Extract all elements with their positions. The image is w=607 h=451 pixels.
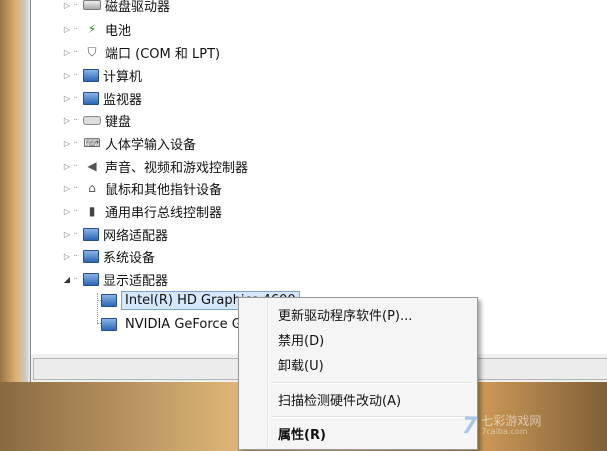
tree-item-battery[interactable]: ▷ ·· ⚡ 电池 — [61, 18, 131, 40]
speaker-icon: ◀ — [87, 159, 97, 173]
mouse-icon: ⌂ — [88, 181, 96, 195]
tree-item-display-adapters[interactable]: ◢ ·· 显示适配器 — [61, 268, 168, 290]
expand-arrow-icon[interactable]: ▷ — [61, 1, 73, 10]
tree-item-label: 端口 (COM 和 LPT) — [105, 46, 221, 62]
tree-item-monitors[interactable]: ▷ ·· 监视器 — [61, 87, 142, 109]
expand-arrow-icon[interactable]: ▷ — [61, 184, 73, 193]
tree-item-keyboards[interactable]: ▷ ·· 键盘 — [61, 109, 131, 131]
tree-item-label: 网络适配器 — [103, 228, 169, 244]
tree-item-network[interactable]: ▷ ·· 网络适配器 — [61, 223, 168, 245]
watermark-url: 7caiba.com — [481, 427, 528, 437]
system-device-icon — [83, 249, 99, 263]
expand-arrow-icon[interactable]: ▷ — [61, 207, 73, 216]
expand-arrow-icon[interactable]: ▷ — [61, 25, 73, 34]
tree-item-label: 电池 — [105, 23, 132, 39]
tree-item-sound[interactable]: ▷ ·· ◀ 声音、视频和游戏控制器 — [61, 155, 248, 177]
expand-arrow-icon[interactable]: ▷ — [61, 162, 73, 171]
hid-icon: ⌨ — [83, 136, 101, 150]
menu-item-properties[interactable]: 属性(R) — [241, 421, 473, 445]
tree-item-mice[interactable]: ▷ ·· ⌂ 鼠标和其他指针设备 — [61, 177, 222, 199]
menu-item-disable[interactable]: 禁用(D) — [241, 327, 473, 351]
network-adapter-icon — [83, 227, 99, 241]
tree-item-label: 显示适配器 — [103, 273, 169, 289]
expand-arrow-icon[interactable]: ▷ — [61, 116, 73, 125]
menu-item-update-driver[interactable]: 更新驱动程序软件(P)... — [241, 302, 473, 326]
tree-item-label: 系统设备 — [103, 250, 156, 266]
tree-item-label: 磁盘驱动器 — [105, 0, 171, 15]
tree-item-hid[interactable]: ▷ ·· ⌨ 人体学输入设备 — [61, 132, 196, 154]
tree-item-computer[interactable]: ▷ ·· 计算机 — [61, 64, 142, 86]
display-adapter-icon — [101, 317, 117, 331]
watermark-logo-icon: 7 — [462, 413, 478, 439]
display-adapter-icon — [83, 272, 99, 286]
expand-arrow-icon[interactable]: ▷ — [61, 139, 73, 148]
tree-item-label: 鼠标和其他指针设备 — [105, 182, 223, 198]
menu-separator — [271, 416, 471, 418]
desktop-background-left — [0, 0, 30, 400]
tree-item-usb[interactable]: ▷ ·· ▮ 通用串行总线控制器 — [61, 200, 222, 222]
expand-arrow-icon[interactable]: ▷ — [61, 252, 73, 261]
monitor-icon — [83, 91, 99, 105]
menu-separator — [271, 382, 471, 384]
tree-connector — [97, 293, 98, 323]
port-icon: ⛉ — [87, 45, 97, 59]
tree-item-disk-drives[interactable]: ▷ ·· 磁盘驱动器 — [61, 0, 170, 16]
tree-item-ports[interactable]: ▷ ·· ⛉ 端口 (COM 和 LPT) — [61, 41, 220, 63]
keyboard-icon — [83, 115, 101, 125]
tree-item-label: 通用串行总线控制器 — [105, 205, 223, 221]
tree-item-label: 声音、视频和游戏控制器 — [105, 160, 249, 176]
tree-item-label: 监视器 — [103, 92, 143, 108]
menu-item-uninstall[interactable]: 卸载(U) — [241, 352, 473, 376]
tree-item-label: 计算机 — [103, 69, 143, 85]
watermark: 7 七彩游戏网 7caiba.com — [462, 404, 607, 448]
tree-item-label: 人体学输入设备 — [105, 137, 197, 153]
expand-arrow-icon[interactable]: ▷ — [61, 48, 73, 57]
disk-drive-icon — [83, 0, 101, 10]
expand-arrow-icon[interactable]: ▷ — [61, 230, 73, 239]
menu-item-scan-hardware[interactable]: 扫描检测硬件改动(A) — [241, 387, 473, 411]
context-menu: 更新驱动程序软件(P)... 禁用(D) 卸载(U) 扫描检测硬件改动(A) 属… — [238, 297, 478, 450]
battery-icon: ⚡ — [87, 22, 97, 36]
display-adapter-icon — [101, 293, 117, 307]
tree-item-label: 键盘 — [105, 114, 132, 130]
computer-icon — [83, 68, 99, 82]
expand-arrow-icon[interactable]: ▷ — [61, 94, 73, 103]
usb-icon: ▮ — [88, 204, 96, 218]
tree-item-system[interactable]: ▷ ·· 系统设备 — [61, 245, 155, 267]
expand-arrow-icon[interactable]: ▷ — [61, 71, 73, 80]
collapse-arrow-icon[interactable]: ◢ — [61, 275, 73, 284]
